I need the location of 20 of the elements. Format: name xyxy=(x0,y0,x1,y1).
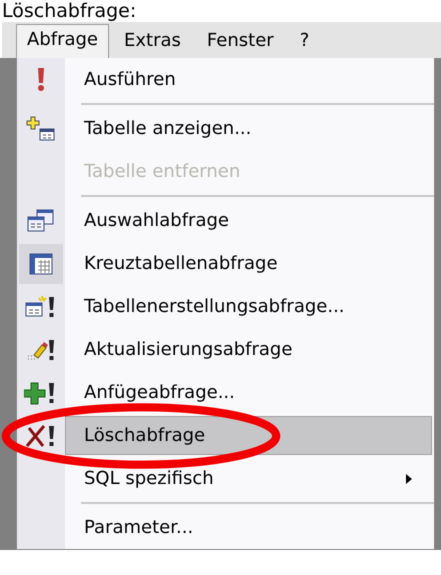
menu-bar-item[interactable]: Fenster xyxy=(196,25,285,58)
menu-bar-item[interactable]: Abfrage xyxy=(16,24,110,58)
menu-item[interactable]: Ausführen xyxy=(65,60,432,99)
menu-bar-item[interactable]: Extras xyxy=(113,25,192,58)
caption-text: Löschabfrage: xyxy=(1,0,138,22)
menu-bar-item[interactable]: ? xyxy=(288,25,320,58)
menu-item[interactable]: Tabelle anzeigen... xyxy=(65,109,432,148)
submenu-arrow-icon xyxy=(405,472,413,484)
menu-item[interactable]: Kreuztabellenabfrage xyxy=(65,244,432,283)
add-table-icon xyxy=(26,116,56,142)
menu-item[interactable]: Parameter... xyxy=(65,508,432,547)
menu-item[interactable]: SQL spezifisch xyxy=(65,459,432,498)
menu-item[interactable]: Tabellenerstellungsabfrage... xyxy=(65,287,432,326)
crosstab-icon xyxy=(28,252,54,276)
menu-item[interactable]: Löschabfrage xyxy=(65,416,432,455)
menu-item[interactable]: Auswahlabfrage xyxy=(65,201,432,240)
tables-icon xyxy=(26,208,56,234)
menu-item[interactable]: Aktualisierungsabfrage xyxy=(65,330,432,369)
menu-item[interactable]: Anfügeabfrage... xyxy=(65,373,432,412)
exclamation-icon xyxy=(36,66,46,92)
